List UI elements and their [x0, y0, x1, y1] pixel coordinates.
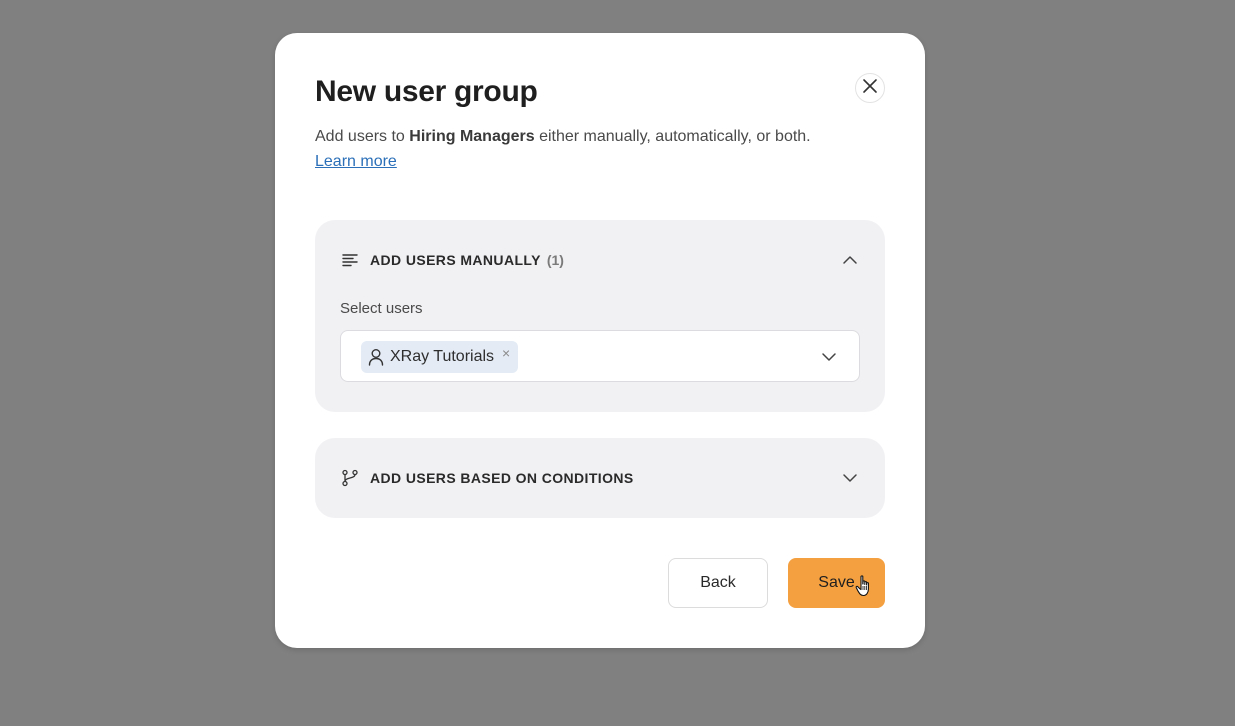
selected-user-chip: XRay Tutorials × — [361, 341, 519, 373]
learn-more-link[interactable]: Learn more — [315, 153, 397, 170]
dialog-title: New user group — [315, 75, 538, 108]
chevron-up-icon[interactable] — [840, 250, 860, 270]
back-button[interactable]: Back — [668, 558, 768, 608]
section-title: ADD USERS MANUALLY — [370, 252, 541, 268]
chevron-down-icon[interactable] — [840, 468, 860, 488]
close-button[interactable] — [855, 73, 885, 103]
dialog-description: Add users to Hiring Managers either manu… — [315, 124, 885, 174]
git-branch-icon — [340, 468, 360, 488]
add-users-conditions-header[interactable]: ADD USERS BASED ON CONDITIONS — [340, 466, 860, 490]
chevron-down-icon[interactable] — [819, 347, 839, 367]
new-user-group-dialog: New user group Add users to Hiring Manag… — [275, 33, 925, 648]
remove-user-button[interactable]: × — [502, 346, 510, 360]
close-icon — [862, 78, 878, 99]
description-prefix: Add users to — [315, 128, 410, 145]
hand-pointer-cursor-icon — [855, 575, 869, 597]
list-lines-icon — [340, 250, 360, 270]
group-name: Hiring Managers — [409, 128, 535, 145]
description-suffix: either manually, automatically, or both. — [534, 128, 811, 145]
select-users-label: Select users — [340, 300, 423, 317]
user-icon — [367, 348, 385, 366]
section-title: ADD USERS BASED ON CONDITIONS — [370, 470, 634, 486]
add-users-manually-header[interactable]: ADD USERS MANUALLY (1) — [340, 248, 860, 272]
section-count: (1) — [546, 252, 564, 268]
add-users-manually-section: ADD USERS MANUALLY (1) Select users XRay… — [315, 220, 885, 412]
add-users-conditions-section: ADD USERS BASED ON CONDITIONS — [315, 438, 885, 518]
select-users-dropdown[interactable]: XRay Tutorials × — [340, 330, 860, 382]
selected-user-name: XRay Tutorials — [390, 348, 495, 365]
